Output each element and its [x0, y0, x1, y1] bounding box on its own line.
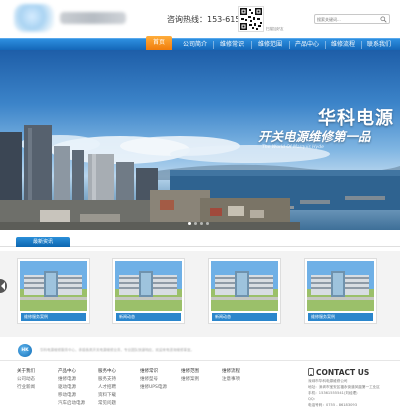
footer-column-title[interactable]: 维修范围	[181, 368, 226, 376]
contact-title: CONTACT US	[308, 367, 400, 378]
logo-text-blurred	[60, 12, 126, 24]
logo-mark	[14, 4, 54, 32]
footer-link[interactable]: 资料下载	[98, 392, 143, 400]
card-caption: 维修服务案例	[21, 313, 86, 321]
building-photo	[115, 261, 182, 311]
search-icon[interactable]	[380, 16, 387, 23]
footer-link[interactable]: 维修案例	[181, 376, 226, 384]
footer-column-process: 维修流程 注意事项	[222, 368, 267, 384]
footer-link[interactable]: 服务支持	[98, 376, 143, 384]
footer-link[interactable]: 公司动态	[17, 376, 62, 384]
card-caption: 维修服务案例	[308, 313, 373, 321]
banner-subtitle: 开关电源维修第一品	[258, 129, 371, 144]
footer-intro: HK 华科电源维修服务中心，承接各类开关电源维修业务，专业团队快速响应，欢迎来电…	[0, 341, 400, 361]
news-card[interactable]: 维修服务案例	[17, 258, 90, 324]
footer-column-title[interactable]: 维修常识	[140, 368, 185, 376]
qr-code	[238, 6, 264, 32]
slider-dots	[188, 222, 218, 226]
site-logo[interactable]	[14, 4, 132, 32]
main-nav: 首页 公司简介 维修常识 维修范围 产品中心 维修流程 联系我们	[0, 36, 400, 50]
slider-dot[interactable]	[206, 222, 209, 225]
nav-item-home[interactable]: 首页	[146, 36, 172, 50]
card-caption: 新闻动态	[212, 313, 277, 321]
footer-link[interactable]: 注意事项	[222, 376, 267, 384]
footer-column-scope: 维修范围 维修案例	[181, 368, 226, 384]
footer-logo: HK	[18, 344, 32, 357]
footer-link[interactable]: 汽车启动电源	[58, 400, 103, 408]
contact-line: 电话号码：0755 - 86183093	[308, 403, 357, 407]
footer-link[interactable]: 人才招聘	[98, 384, 143, 392]
gallery-prev-arrow-icon[interactable]	[0, 279, 7, 293]
news-card[interactable]: 新闻动态	[112, 258, 185, 324]
footer-link[interactable]: 驱动电源	[58, 384, 103, 392]
footer-column-title[interactable]: 关于我们	[17, 368, 62, 376]
footer-link[interactable]: 行业新闻	[17, 384, 62, 392]
footer-intro-text: 华科电源维修服务中心，承接各类开关电源维修业务，专业团队快速响应，欢迎来电咨询维…	[40, 348, 194, 352]
search-input[interactable]	[317, 16, 377, 23]
news-tab[interactable]: 最新资讯	[16, 237, 70, 247]
card-caption: 新闻动态	[116, 313, 181, 321]
news-card[interactable]: 新闻动态	[208, 258, 281, 324]
contact-title-text: CONTACT US	[316, 368, 370, 377]
footer-column-title[interactable]: 产品中心	[58, 368, 103, 376]
building-photo	[307, 261, 374, 311]
building-photo	[20, 261, 87, 311]
footer-link[interactable]: 常见问题	[98, 400, 143, 408]
news-card[interactable]: 维修服务案例	[304, 258, 377, 324]
contact-block: CONTACT US 深圳市华科电源维修公司 地址：深圳市宝安区福永街道凤凰第一…	[308, 367, 400, 408]
phone-icon	[308, 368, 314, 376]
news-section-header: 最新资讯	[0, 237, 400, 247]
footer-column-title[interactable]: 服务中心	[98, 368, 143, 376]
news-gallery: 维修服务案例 新闻动态 新闻动态 维修服务案例	[0, 251, 400, 337]
footer-column-service: 服务中心 服务支持 人才招聘 资料下载 常见问题	[98, 368, 143, 408]
qr-caption: 扫描加好友	[266, 27, 284, 31]
footer-link[interactable]: 维修型号	[140, 376, 185, 384]
footer-column-knowledge: 维修常识 维修型号 维修UPS电源	[140, 368, 185, 392]
site-header: 咨询热线：153-615-5541 扫描加好友	[0, 0, 400, 38]
footer-column-title[interactable]: 维修流程	[222, 368, 267, 376]
slider-dot[interactable]	[200, 222, 203, 225]
search-box	[314, 14, 390, 24]
banner-english-tagline: The World Of Marquis Hyde	[262, 145, 324, 150]
building-photo	[211, 261, 278, 311]
slider-dot[interactable]	[188, 222, 191, 225]
site-footer: HK 华科电源维修服务中心，承接各类开关电源维修业务，专业团队快速响应，欢迎来电…	[0, 337, 400, 418]
slider-dot[interactable]	[194, 222, 197, 225]
footer-column-products: 产品中心 维修电源 驱动电源 移动电源 汽车启动电源	[58, 368, 103, 408]
hero-banner[interactable]: 华科电源 开关电源维修第一品 The World Of Marquis Hyde	[0, 50, 400, 230]
footer-link[interactable]: 移动电源	[58, 392, 103, 400]
footer-link[interactable]: 维修UPS电源	[140, 384, 185, 392]
footer-link[interactable]: 维修电源	[58, 376, 103, 384]
footer-column-about: 关于我们 公司动态 行业新闻	[17, 368, 62, 392]
